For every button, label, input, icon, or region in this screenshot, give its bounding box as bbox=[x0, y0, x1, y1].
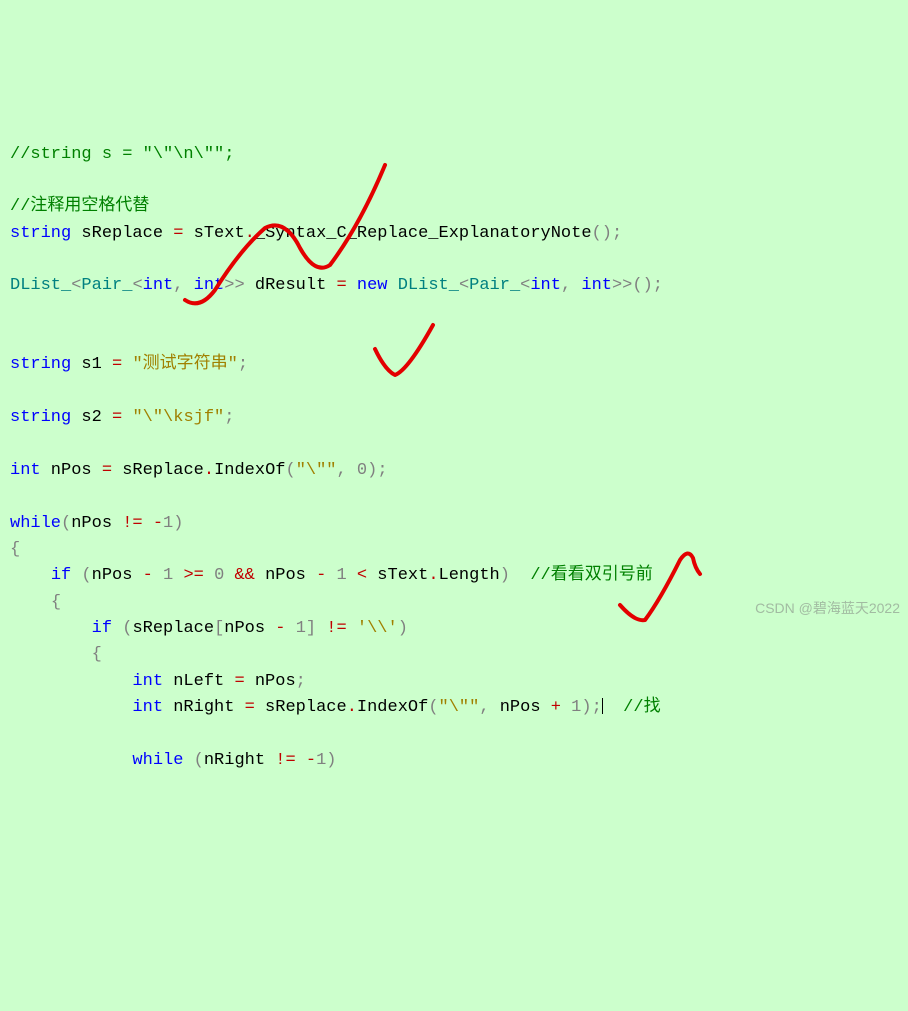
comment-line: //注释用空格代替 bbox=[10, 197, 149, 216]
comment-line: //string s = "\"\n\""; bbox=[10, 145, 234, 164]
code-block: //string s = "\"\n\""; //注释用空格代替 string … bbox=[10, 115, 908, 774]
watermark: CSDN @碧海蓝天2022 bbox=[755, 598, 900, 620]
keyword: string bbox=[10, 224, 71, 243]
type: DList_ bbox=[10, 276, 71, 295]
